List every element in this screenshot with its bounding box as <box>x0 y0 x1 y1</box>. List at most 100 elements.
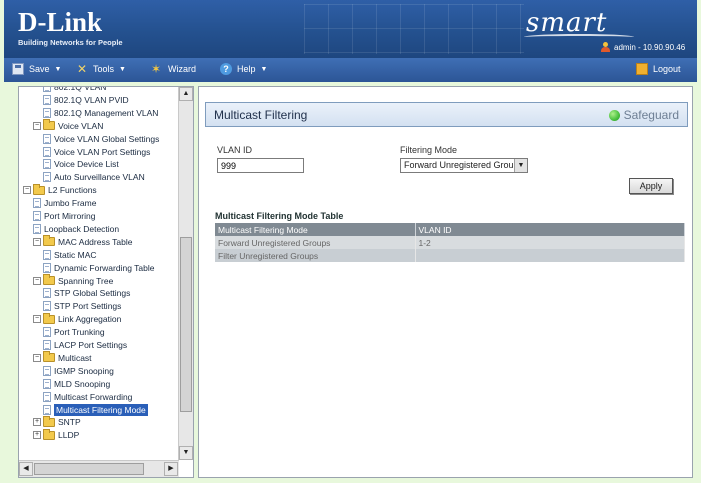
navigation-tree-panel: 802.1Q VLAN 802.1Q VLAN PVID 802.1Q Manage… <box>18 86 194 478</box>
tree-item-label: Voice VLAN Port Settings <box>54 146 151 157</box>
tree-item-label: Multicast Filtering Mode <box>54 403 148 416</box>
tree-item[interactable]: − MAC Address Table <box>33 235 133 248</box>
tree-item[interactable]: − Link Aggregation <box>33 312 121 325</box>
tree-item[interactable]: + LLDP <box>33 428 80 441</box>
tree-item-label: Port Trunking <box>54 327 105 338</box>
folder-icon <box>43 351 55 363</box>
table-title: Multicast Filtering Mode Table <box>215 211 344 221</box>
chevron-down-icon[interactable]: ▼ <box>514 159 527 172</box>
logout-icon <box>636 63 648 75</box>
tree-item-label: LLDP <box>58 430 80 441</box>
horizontal-scrollbar-thumb[interactable] <box>34 463 144 475</box>
tree-item-label: 802.1Q VLAN <box>54 87 107 92</box>
tree-item[interactable]: Dynamic Forwarding Table <box>43 262 154 274</box>
scroll-left-button[interactable]: ◀ <box>19 462 33 476</box>
expand-icon[interactable]: + <box>33 418 41 427</box>
logout-label: Logout <box>653 64 681 74</box>
scroll-right-button[interactable]: ▶ <box>164 462 178 476</box>
scroll-up-button[interactable]: ▲ <box>179 87 193 101</box>
tree-item[interactable]: + SNTP <box>33 415 81 428</box>
filtering-mode-label: Filtering Mode <box>400 145 458 155</box>
page-icon <box>43 327 51 338</box>
tree-item[interactable]: LACP Port Settings <box>43 339 127 351</box>
collapse-icon[interactable]: − <box>33 353 41 362</box>
scrollbar-thumb[interactable] <box>180 237 192 412</box>
chevron-down-icon: ▼ <box>119 65 126 73</box>
page-icon <box>43 133 51 144</box>
tree-item[interactable]: 802.1Q VLAN PVID <box>43 94 129 106</box>
tree-item[interactable]: Loopback Detection <box>33 223 119 235</box>
tree-item[interactable]: − Voice VLAN <box>33 119 104 132</box>
page-icon <box>43 378 51 389</box>
wizard-menu-label: Wizard <box>168 64 197 74</box>
vertical-scrollbar[interactable]: ▲ ▼ <box>178 87 193 460</box>
tree-item-label: Multicast <box>58 352 92 363</box>
tools-menu[interactable]: ✕ Tools ▼ <box>76 63 126 75</box>
menu-bar: Save ▼ ✕ Tools ▼ ✶ Wizard ? Help ▼ Logou… <box>4 58 697 82</box>
filtering-mode-select[interactable]: Forward Unregistered Groups ▼ <box>400 158 528 173</box>
tree-item-label: Port Mirroring <box>44 211 96 221</box>
tree-item-label: LACP Port Settings <box>54 340 128 350</box>
tree-item[interactable]: 802.1Q Management VLAN <box>43 107 158 119</box>
filtering-mode-table: Multicast Filtering Mode VLAN ID Forward… <box>215 223 685 262</box>
page-icon <box>43 391 51 402</box>
expand-icon[interactable]: + <box>33 431 41 440</box>
collapse-icon[interactable]: − <box>33 121 41 130</box>
tree-item[interactable]: 802.1Q VLAN <box>43 87 106 93</box>
page-icon <box>43 159 51 170</box>
tree-item-label: L2 Functions <box>48 185 97 196</box>
tree-item[interactable]: STP Global Settings <box>43 287 130 299</box>
tree-item-label: 802.1Q VLAN PVID <box>54 94 129 105</box>
folder-icon <box>43 428 55 440</box>
tree-item-label: Voice Device List <box>54 159 119 170</box>
tree-item[interactable]: − L2 Functions <box>23 183 97 196</box>
folder-icon <box>43 235 55 247</box>
collapse-icon[interactable]: − <box>33 237 41 246</box>
tree-item[interactable]: Static MAC <box>43 249 97 261</box>
page-icon <box>33 211 41 221</box>
tree-item-label: SNTP <box>58 417 81 428</box>
tree-item[interactable]: Voice VLAN Port Settings <box>43 146 150 158</box>
save-icon <box>12 63 24 75</box>
tree-item[interactable]: IGMP Snooping <box>43 365 114 377</box>
tree-item[interactable]: Auto Surveillance VLAN <box>43 171 145 183</box>
tree-item[interactable]: Port Mirroring <box>33 210 95 222</box>
tree-item[interactable]: Multicast Forwarding <box>43 391 132 403</box>
apply-button[interactable]: Apply <box>629 178 673 194</box>
collapse-icon[interactable]: − <box>33 276 41 285</box>
tree-item[interactable]: Voice Device List <box>43 158 119 170</box>
tree-item[interactable]: STP Port Settings <box>43 300 121 312</box>
table-cell-vlan: 1-2 <box>415 236 685 249</box>
page-icon <box>43 365 51 376</box>
header-banner: D-Link Building Networks for People smar… <box>4 0 697 58</box>
collapse-icon[interactable]: − <box>23 186 31 195</box>
horizontal-scrollbar[interactable]: ◀ ▶ <box>19 460 179 477</box>
tree-item[interactable]: MLD Snooping <box>43 378 110 390</box>
tree-item[interactable]: Jumbo Frame <box>33 197 96 209</box>
tree-item-label: STP Port Settings <box>54 301 122 312</box>
safeguard-indicator: Safeguard <box>608 108 679 122</box>
save-menu[interactable]: Save ▼ <box>12 63 61 75</box>
page-icon <box>33 223 41 234</box>
user-label: admin - 10.90.90.46 <box>614 42 686 52</box>
table-row: Forward Unregistered Groups 1-2 <box>215 236 685 249</box>
tree-item[interactable]: Voice VLAN Global Settings <box>43 133 159 145</box>
tree-item[interactable]: Multicast Filtering Mode <box>43 403 148 416</box>
tree-item[interactable]: − Multicast <box>33 351 92 364</box>
column-header-vlan: VLAN ID <box>415 223 685 236</box>
tools-icon: ✕ <box>76 62 88 76</box>
wizard-menu[interactable]: ✶ Wizard <box>151 63 196 75</box>
dlink-logo: D-Link Building Networks for People <box>18 8 123 47</box>
save-menu-label: Save <box>29 64 50 74</box>
tree-item-label: Spanning Tree <box>58 275 114 286</box>
logout-button[interactable]: Logout <box>636 63 681 75</box>
scroll-down-button[interactable]: ▼ <box>179 446 193 460</box>
tree-item[interactable]: − Spanning Tree <box>33 274 114 287</box>
tree-item-label: Voice VLAN <box>58 120 104 131</box>
tree-item[interactable]: Port Trunking <box>43 326 105 338</box>
collapse-icon[interactable]: − <box>33 315 41 324</box>
filtering-mode-value: Forward Unregistered Groups <box>404 160 524 170</box>
help-menu[interactable]: ? Help ▼ <box>220 63 267 75</box>
folder-icon <box>43 274 55 285</box>
vlan-id-input[interactable] <box>217 158 304 173</box>
